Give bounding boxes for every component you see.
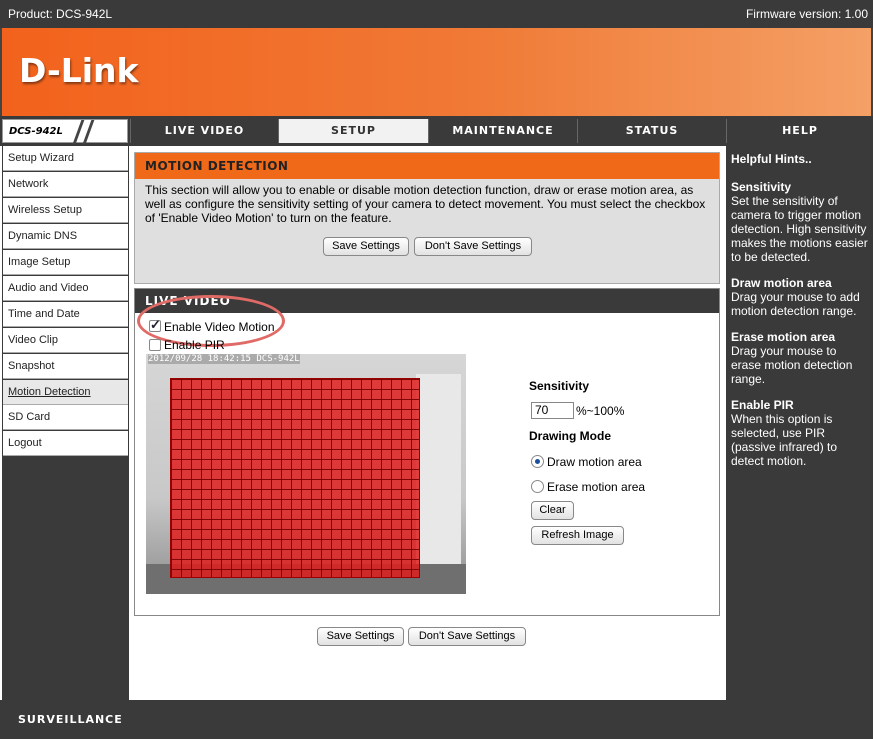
preview-wall — [416, 374, 461, 594]
bottom-save-settings-button[interactable]: Save Settings — [317, 627, 404, 646]
sidebar-item-image-setup[interactable]: Image Setup — [3, 250, 128, 275]
main-content: MOTION DETECTION This section will allow… — [129, 146, 726, 700]
top-info-bar: Product: DCS-942L Firmware version: 1.00 — [0, 0, 873, 28]
sensitivity-input[interactable]: 70 — [531, 402, 574, 419]
section-title: MOTION DETECTION — [135, 153, 719, 179]
main-nav: DCS-942L LIVE VIDEO SETUP MAINTENANCE ST… — [0, 116, 873, 146]
camera-timestamp: 2012/09/28 18:42:15 DCS-942L — [148, 354, 300, 364]
live-video-section: LIVE VIDEO Enable Video Motion Enable PI… — [134, 288, 720, 616]
sidebar-item-video-clip[interactable]: Video Clip — [3, 328, 128, 353]
draw-motion-label: Draw motion area — [547, 455, 642, 469]
sidebar-item-sd-card[interactable]: SD Card — [3, 405, 128, 430]
sensitivity-range: %~100% — [576, 404, 625, 418]
help-panel: Helpful Hints.. Sensitivity Set the sens… — [726, 146, 873, 700]
dlink-logo: D-Link — [19, 51, 139, 90]
sidebar-item-time-date[interactable]: Time and Date — [3, 302, 128, 327]
section-description: This section will allow you to enable or… — [145, 183, 706, 225]
clear-button[interactable]: Clear — [531, 501, 574, 520]
sidebar-item-motion-detection[interactable]: Motion Detection — [3, 380, 128, 405]
model-badge: DCS-942L — [2, 119, 128, 144]
camera-preview[interactable]: 2012/09/28 18:42:15 DCS-942L — [146, 354, 466, 594]
hint-body-erase: Drag your mouse to erase motion detectio… — [731, 344, 853, 386]
dont-save-settings-button[interactable]: Don't Save Settings — [414, 237, 532, 256]
hint-title-draw: Draw motion area — [731, 276, 832, 290]
tab-maintenance[interactable]: MAINTENANCE — [428, 119, 577, 143]
hint-title-erase: Erase motion area — [731, 330, 836, 344]
footer: SURVEILLANCE — [0, 700, 873, 739]
sensitivity-label: Sensitivity — [529, 379, 590, 393]
motion-area-grid[interactable] — [170, 378, 420, 578]
tab-help[interactable]: HELP — [726, 119, 873, 143]
sidebar-item-snapshot[interactable]: Snapshot — [3, 354, 128, 379]
help-title: Helpful Hints.. — [731, 152, 812, 166]
motion-detection-section: MOTION DETECTION This section will allow… — [134, 152, 720, 284]
model-name: DCS-942L — [9, 126, 63, 137]
slash-decoration — [82, 120, 95, 144]
bottom-dont-save-settings-button[interactable]: Don't Save Settings — [408, 627, 526, 646]
tab-setup[interactable]: SETUP — [278, 119, 428, 143]
save-settings-button[interactable]: Save Settings — [323, 237, 409, 256]
brand-banner: D-Link — [0, 28, 873, 116]
enable-pir-checkbox[interactable] — [149, 339, 161, 351]
erase-motion-label: Erase motion area — [547, 480, 646, 494]
sidebar-item-network[interactable]: Network — [3, 172, 128, 197]
sidebar-item-wireless-setup[interactable]: Wireless Setup — [3, 198, 128, 223]
footer-brand: SURVEILLANCE — [18, 713, 123, 726]
hint-title-sensitivity: Sensitivity — [731, 180, 792, 194]
tab-status[interactable]: STATUS — [577, 119, 726, 143]
sidebar-item-audio-video[interactable]: Audio and Video — [3, 276, 128, 301]
firmware-label: Firmware version: 1.00 — [745, 7, 868, 21]
enable-pir-label: Enable PIR — [164, 338, 225, 352]
sidebar-item-logout[interactable]: Logout — [3, 431, 128, 456]
hint-body-draw: Drag your mouse to add motion detection … — [731, 290, 860, 318]
draw-motion-radio[interactable] — [531, 455, 544, 468]
drawing-mode-label: Drawing Mode — [529, 429, 612, 443]
product-label: Product: DCS-942L — [8, 7, 113, 21]
refresh-image-button[interactable]: Refresh Image — [531, 526, 624, 545]
tab-live-video[interactable]: LIVE VIDEO — [130, 119, 278, 143]
sidebar-item-dynamic-dns[interactable]: Dynamic DNS — [3, 224, 128, 249]
sidebar-item-setup-wizard[interactable]: Setup Wizard — [3, 146, 128, 171]
enable-video-motion-label: Enable Video Motion — [164, 320, 275, 334]
sidebar: Setup Wizard Network Wireless Setup Dyna… — [2, 146, 129, 700]
hint-body-sensitivity: Set the sensitivity of camera to trigger… — [731, 194, 868, 264]
erase-motion-radio[interactable] — [531, 480, 544, 493]
hint-title-pir: Enable PIR — [731, 398, 794, 412]
hint-body-pir: When this option is selected, use PIR (p… — [731, 412, 838, 468]
enable-video-motion-checkbox[interactable] — [149, 317, 161, 333]
